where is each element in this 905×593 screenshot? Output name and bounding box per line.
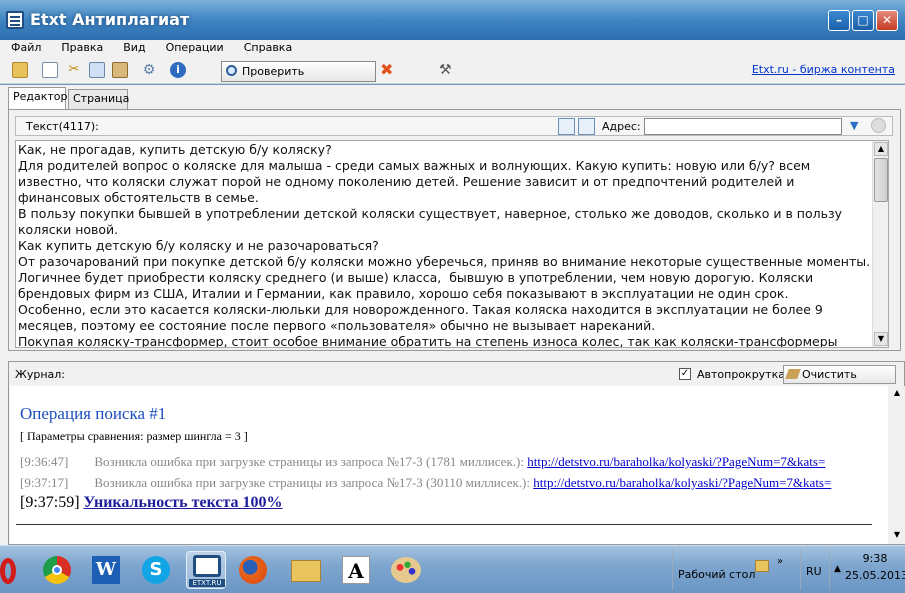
magnifier-icon [226, 65, 237, 76]
settings-icon[interactable]: ⚙ [141, 62, 157, 78]
scroll-down-icon[interactable]: ▼ [874, 332, 888, 346]
split-view-icon[interactable] [578, 118, 595, 135]
scroll-down-icon[interactable]: ▼ [890, 529, 904, 543]
log-header: Журнал: ✓ Автопрокрутка Очистить журнал [9, 362, 904, 398]
firefox-icon[interactable] [234, 551, 274, 589]
main-area: Редактор Страница Текст(4117): Адрес: ▼ … [0, 85, 905, 545]
taskbar: W S ETXT.RU A Рабочий стол » RU ▲ 9:38 2… [0, 545, 905, 593]
editor-text: Как, не прогадав, купить детскую б/у кол… [18, 142, 871, 348]
title-bar: Etxt Антиплагиат – □ ✕ [0, 0, 905, 40]
menu-view[interactable]: Вид [114, 40, 154, 56]
word-icon[interactable]: W [86, 551, 126, 589]
cut-icon[interactable]: ✂ [66, 62, 82, 78]
clock-time: 9:38 [862, 552, 888, 565]
window-title: Etxt Антиплагиат [30, 10, 190, 29]
dropdown-arrow-icon[interactable]: ▼ [850, 119, 858, 132]
log-scrollbar[interactable]: ▲ ▼ [889, 386, 905, 544]
address-input[interactable] [644, 118, 842, 135]
new-document-icon[interactable] [42, 62, 58, 78]
maximize-button[interactable]: □ [852, 10, 874, 31]
autoscroll-checkbox[interactable]: ✓ [679, 368, 691, 380]
log-time: [9:37:17] [20, 475, 69, 490]
info-icon[interactable]: i [170, 62, 186, 78]
single-view-icon[interactable] [558, 118, 575, 135]
result-line: [9:37:59] Уникальность текста 100% [20, 494, 283, 512]
editor-header: Текст(4117): Адрес: ▼ [15, 116, 893, 136]
expand-icon[interactable]: » [777, 556, 783, 567]
menu-help[interactable]: Справка [235, 40, 301, 56]
toolbar: ✂ ⚙ i Проверить уникальность ✖ ⚒ Etxt.ru… [0, 58, 905, 97]
editor-panel: Текст(4117): Адрес: ▼ Как, не прогадав, … [8, 109, 901, 351]
log-entry: [9:36:47] Возникла ошибка при загрузке с… [20, 454, 825, 470]
clock[interactable]: 9:38 25.05.2013 [845, 552, 905, 582]
scroll-thumb[interactable] [874, 158, 888, 202]
log-url-link[interactable]: http://detstvo.ru/baraholka/kolyaski/?Pa… [527, 454, 825, 469]
explorer-icon[interactable] [286, 551, 326, 589]
clear-log-button[interactable]: Очистить журнал [783, 365, 896, 398]
opera-icon[interactable] [0, 551, 32, 589]
log-entry: [9:37:17] Возникла ошибка при загрузке с… [20, 475, 831, 491]
etxt-link[interactable]: Etxt.ru - биржа контента [752, 63, 895, 76]
menu-edit[interactable]: Правка [52, 40, 112, 56]
log-message: Возникла ошибка при загрузке страницы из… [94, 454, 524, 469]
log-body: Операция поиска #1 [ Параметры сравнения… [10, 386, 888, 544]
broom-icon [785, 369, 801, 379]
tab-page[interactable]: Страница [68, 89, 129, 109]
clock-date: 25.05.2013 [845, 569, 905, 582]
log-message: Возникла ошибка при загрузке страницы из… [94, 475, 530, 490]
folder-icon [755, 560, 769, 572]
chrome-icon[interactable] [38, 551, 78, 589]
skype-icon[interactable]: S [136, 551, 176, 589]
paint-icon[interactable] [386, 551, 426, 589]
menu-bar: Файл Правка Вид Операции Справка [0, 40, 905, 58]
uniqueness-result-link[interactable]: Уникальность текста 100% [84, 494, 283, 511]
text-editor[interactable]: Как, не прогадав, купить детскую б/у кол… [15, 140, 889, 348]
scroll-up-icon[interactable]: ▲ [890, 387, 904, 401]
result-time: [9:37:59] [20, 494, 80, 511]
etxt-taskbar-label: ETXT.RU [189, 579, 225, 587]
close-button[interactable]: ✕ [876, 10, 898, 31]
hammer-icon[interactable]: ⚒ [439, 62, 452, 78]
divider [16, 524, 872, 525]
operation-title: Операция поиска #1 [20, 404, 167, 423]
show-desktop-toolbar[interactable]: Рабочий стол » [672, 550, 792, 590]
app-icon [6, 11, 24, 29]
minimize-button[interactable]: – [828, 10, 850, 31]
cancel-icon[interactable]: ✖ [380, 62, 393, 78]
stop-icon[interactable] [871, 118, 886, 133]
language-indicator[interactable]: RU [800, 550, 830, 590]
check-uniqueness-button[interactable]: Проверить уникальность [221, 61, 376, 97]
paste-icon[interactable] [112, 62, 128, 78]
comparison-params: [ Параметры сравнения: размер шингла = 3… [20, 429, 248, 443]
editor-scrollbar[interactable]: ▲ ▼ [872, 141, 888, 347]
desktop-label: Рабочий стол [678, 568, 756, 581]
log-panel: Журнал: ✓ Автопрокрутка Очистить журнал … [8, 361, 905, 545]
log-label: Журнал: [15, 368, 66, 381]
log-url-link[interactable]: http://detstvo.ru/baraholka/kolyaski/?Pa… [533, 475, 831, 490]
etxt-icon[interactable]: ETXT.RU [186, 551, 226, 589]
open-folder-icon[interactable] [12, 62, 28, 78]
copy-icon[interactable] [89, 62, 105, 78]
menu-file[interactable]: Файл [2, 40, 50, 56]
text-count-label: Текст(4117): [26, 120, 99, 133]
tray-arrow-icon[interactable]: ▲ [834, 564, 841, 574]
menu-operations[interactable]: Операции [157, 40, 233, 56]
log-time: [9:36:47] [20, 454, 69, 469]
font-icon[interactable]: A [336, 551, 376, 589]
address-label: Адрес: [602, 120, 641, 133]
tab-editor[interactable]: Редактор [8, 87, 68, 109]
scroll-up-icon[interactable]: ▲ [874, 142, 888, 156]
autoscroll-label: Автопрокрутка [697, 368, 785, 381]
lang-label: RU [806, 565, 822, 578]
